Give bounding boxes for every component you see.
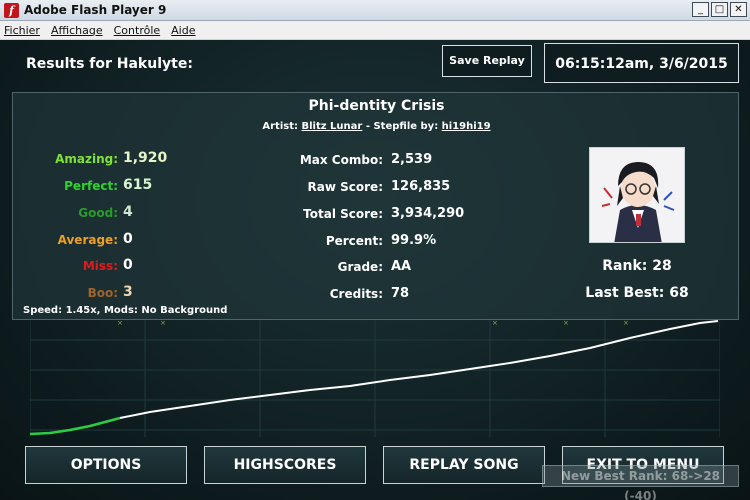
stat-value: 2,539 bbox=[391, 152, 433, 167]
stat-label: Grade: bbox=[337, 260, 383, 274]
results-header: Results for Hakulyte: Save Replay 06:15:… bbox=[12, 43, 739, 84]
graph-line-early bbox=[30, 416, 121, 436]
judge-row-miss: Miss: 0 bbox=[18, 257, 218, 279]
stat-value: AA bbox=[391, 259, 412, 274]
avatar bbox=[589, 147, 685, 243]
close-icon[interactable]: ✕ bbox=[730, 2, 747, 17]
judge-label-average: Average: bbox=[57, 233, 118, 247]
miss-marker: × bbox=[117, 320, 123, 327]
window-title: Adobe Flash Player 9 bbox=[24, 3, 167, 17]
stat-row-grade: Grade: AA bbox=[253, 258, 553, 280]
new-best-rank-toast: New Best Rank: 68->28 (-40) bbox=[542, 465, 739, 500]
song-title: Phi-dentity Crisis bbox=[308, 98, 445, 114]
judge-label-good: Good: bbox=[78, 206, 118, 220]
judge-value-average: 0 bbox=[123, 231, 133, 247]
results-panel: Phi-dentity Crisis Artist: Blitz Lunar -… bbox=[12, 92, 739, 320]
speed-mods: Speed: 1.45x, Mods: No Background bbox=[23, 305, 228, 316]
game-stage: Results for Hakulyte: Save Replay 06:15:… bbox=[0, 40, 750, 500]
menu-controle[interactable]: Contrôle bbox=[114, 24, 161, 37]
judge-value-perfect: 615 bbox=[123, 177, 153, 193]
song-credits: Artist: Blitz Lunar - Stepfile by: hi19h… bbox=[13, 121, 740, 132]
save-replay-button[interactable]: Save Replay bbox=[442, 45, 532, 77]
menu-affichage[interactable]: Affichage bbox=[51, 24, 103, 37]
stat-row-percent: Percent: 99.9% bbox=[253, 232, 553, 254]
judge-value-amazing: 1,920 bbox=[123, 150, 168, 166]
stat-value: 126,835 bbox=[391, 179, 451, 194]
stat-value: 99.9% bbox=[391, 233, 437, 248]
stat-label: Percent: bbox=[325, 234, 383, 248]
miss-marker: × bbox=[492, 320, 498, 327]
stat-label: Raw Score: bbox=[307, 180, 383, 194]
stat-value: 78 bbox=[391, 286, 410, 301]
window-titlebar: f Adobe Flash Player 9 _ □ ✕ bbox=[0, 0, 750, 21]
menu-aide[interactable]: Aide bbox=[171, 24, 195, 37]
miss-marker: × bbox=[623, 320, 629, 327]
judge-value-miss: 0 bbox=[123, 257, 133, 273]
flash-player-icon: f bbox=[4, 3, 19, 18]
judge-row-good: Good: 4 bbox=[18, 204, 218, 226]
stat-label: Max Combo: bbox=[299, 153, 383, 167]
judge-value-boo: 3 bbox=[123, 284, 133, 300]
miss-marker: × bbox=[160, 320, 166, 327]
menubar: Fichier Affichage Contrôle Aide bbox=[0, 21, 750, 40]
stat-row-credits: Credits: 78 bbox=[253, 285, 553, 307]
graph-grid bbox=[30, 320, 720, 437]
replay-song-button[interactable]: REPLAY SONG bbox=[383, 446, 545, 484]
miss-markers: × × × × × bbox=[117, 320, 629, 327]
stat-label: Credits: bbox=[329, 287, 383, 301]
last-best-text: Last Best: 68 bbox=[585, 285, 689, 301]
menu-fichier[interactable]: Fichier bbox=[4, 24, 40, 37]
judge-label-amazing: Amazing: bbox=[55, 152, 118, 166]
highscores-button[interactable]: HIGHSCORES bbox=[204, 446, 366, 484]
artist-link[interactable]: Blitz Lunar bbox=[302, 121, 363, 132]
judge-row-amazing: Amazing: 1,920 bbox=[18, 150, 218, 172]
stat-value: 3,934,290 bbox=[391, 206, 465, 221]
judge-row-perfect: Perfect: 615 bbox=[18, 177, 218, 199]
maximize-icon[interactable]: □ bbox=[711, 2, 728, 17]
window-controls: _ □ ✕ bbox=[692, 2, 747, 17]
artist-prefix: Artist: bbox=[262, 121, 299, 132]
stat-row-raw-score: Raw Score: 126,835 bbox=[253, 178, 553, 200]
stepfile-prefix: Stepfile by: bbox=[373, 121, 439, 132]
judge-row-boo: Boo: 3 bbox=[18, 284, 218, 306]
stat-row-max-combo: Max Combo: 2,539 bbox=[253, 151, 553, 173]
stat-label: Total Score: bbox=[303, 207, 383, 221]
rank-text: Rank: 28 bbox=[602, 258, 672, 274]
avatar-image bbox=[590, 148, 684, 242]
accuracy-graph: × × × × × bbox=[30, 320, 720, 437]
judge-label-perfect: Perfect: bbox=[64, 179, 118, 193]
stepfile-link[interactable]: hi19hi19 bbox=[442, 121, 491, 132]
stat-row-total-score: Total Score: 3,934,290 bbox=[253, 205, 553, 227]
judge-row-average: Average: 0 bbox=[18, 231, 218, 253]
judge-label-boo: Boo: bbox=[87, 286, 118, 300]
miss-marker: × bbox=[563, 320, 569, 327]
options-button[interactable]: OPTIONS bbox=[25, 446, 187, 484]
minimize-icon[interactable]: _ bbox=[692, 2, 709, 17]
judge-label-miss: Miss: bbox=[82, 259, 118, 273]
judge-value-good: 4 bbox=[123, 204, 133, 220]
datetime-display: 06:15:12am, 3/6/2015 bbox=[544, 43, 739, 83]
results-title: Results for Hakulyte: bbox=[26, 56, 193, 72]
